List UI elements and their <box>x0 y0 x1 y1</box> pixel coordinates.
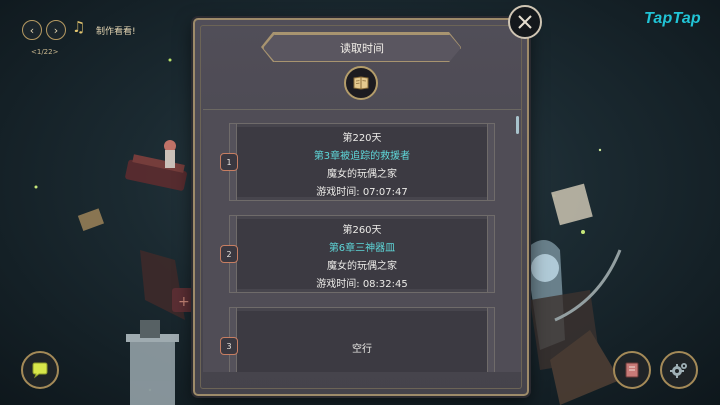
load-time-dialog: 读取时间 1 第220天 第3章被追踪的救援者 魔女的玩偶之家 游戏时间: 07… <box>193 18 529 396</box>
save-slot-2[interactable]: 2 第260天 第6章三神器皿 魔女的玩偶之家 游戏时间: 08:32:45 <box>203 215 521 303</box>
close-icon <box>518 15 532 29</box>
book-badge <box>344 66 378 100</box>
slot-chapter: 第3章被追踪的救援者 <box>313 151 411 162</box>
slot-chapter: 第6章三神器皿 <box>328 243 396 254</box>
title-banner: 读取时间 <box>263 34 461 62</box>
slot-location: 魔女的玩偶之家 <box>327 261 397 272</box>
settings-button[interactable] <box>660 351 698 389</box>
empty-slot-label: 空行 <box>352 344 372 355</box>
chevron-left-icon: ‹ <box>29 23 35 37</box>
chat-button[interactable] <box>21 351 59 389</box>
music-note-icon: ♫ <box>72 18 86 36</box>
taptap-logo: TapTap <box>644 10 701 27</box>
slot-day: 第260天 <box>342 225 382 236</box>
track-counter: <1/22> <box>31 48 59 56</box>
svg-text:+: + <box>178 294 190 310</box>
save-slot-1[interactable]: 1 第220天 第3章被追踪的救援者 魔女的玩偶之家 游戏时间: 07:07:4… <box>203 123 521 211</box>
close-button[interactable] <box>508 5 542 39</box>
save-slot-list[interactable]: 1 第220天 第3章被追踪的救援者 魔女的玩偶之家 游戏时间: 07:07:4… <box>203 109 521 372</box>
next-track-button[interactable]: › <box>46 20 66 40</box>
save-slot-3[interactable]: 3 空行 <box>203 307 521 372</box>
slot-day: 第220天 <box>342 133 382 144</box>
slot-play-time: 游戏时间: 07:07:47 <box>316 187 408 198</box>
gear-icon <box>670 363 687 378</box>
open-book-icon <box>353 76 369 90</box>
previous-track-button[interactable]: ‹ <box>22 20 42 40</box>
save-book-button[interactable] <box>613 351 651 389</box>
slot-location: 魔女的玩偶之家 <box>327 169 397 180</box>
music-track-title: 制作看看! <box>96 27 136 37</box>
dialog-title: 读取时间 <box>340 42 384 55</box>
chevron-right-icon: › <box>53 23 59 37</box>
slot-play-time: 游戏时间: 08:32:45 <box>316 279 408 290</box>
save-book-icon <box>625 362 639 378</box>
chat-bubble-icon <box>32 362 48 379</box>
